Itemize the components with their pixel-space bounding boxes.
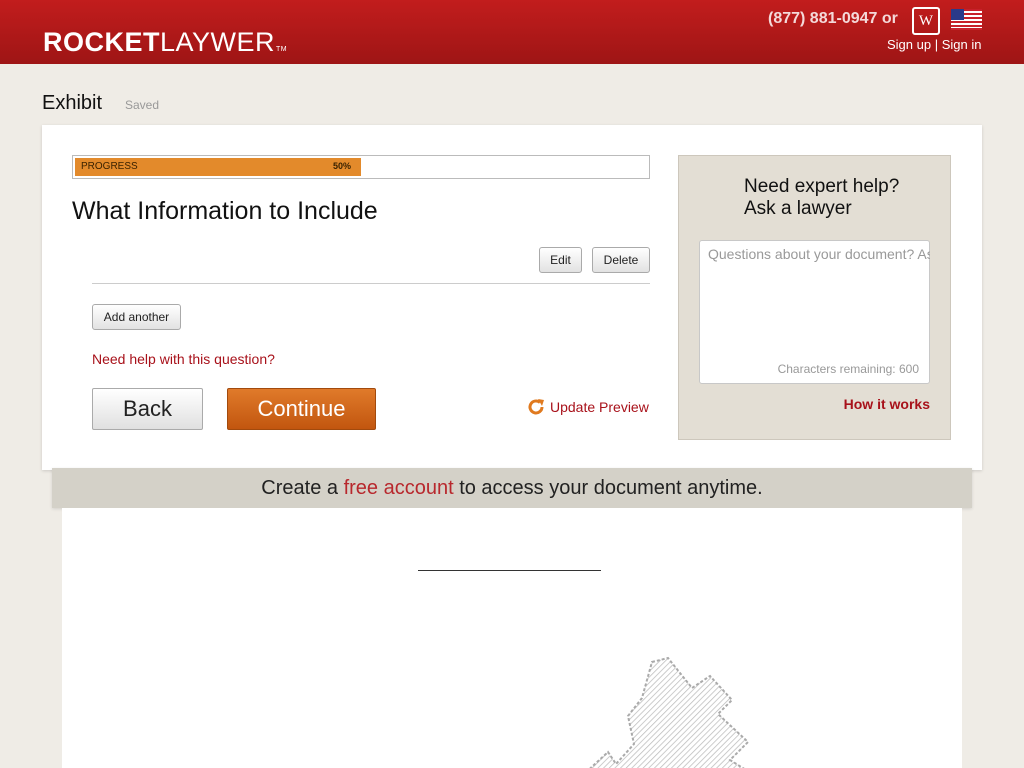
question-help-link[interactable]: Need help with this question? bbox=[92, 351, 275, 367]
save-status: Saved bbox=[125, 98, 160, 112]
document-preview bbox=[62, 508, 962, 768]
refresh-icon bbox=[528, 399, 544, 415]
ask-lawyer-placeholder: Questions about your document? Ask a law… bbox=[708, 246, 930, 262]
ask-lawyer-title: Need expert help? Ask a lawyer bbox=[744, 176, 899, 220]
sign-up-link[interactable]: Sign up bbox=[887, 37, 931, 52]
edit-button[interactable]: Edit bbox=[539, 247, 582, 273]
auth-separator: | bbox=[931, 37, 942, 52]
banner-suffix: to access your document anytime. bbox=[453, 477, 763, 499]
divider bbox=[92, 283, 650, 284]
continue-button[interactable]: Continue bbox=[227, 388, 376, 430]
us-flag-icon[interactable] bbox=[951, 9, 982, 30]
how-it-works-link[interactable]: How it works bbox=[844, 396, 930, 412]
banner-prefix: Create a bbox=[261, 477, 344, 499]
ask-lawyer-title-line1: Need expert help? bbox=[744, 176, 900, 197]
ask-lawyer-panel: Need expert help? Ask a lawyer Questions… bbox=[678, 155, 951, 440]
progress-label: PROGRESS bbox=[81, 161, 138, 172]
free-account-banner: Create a free account to access your doc… bbox=[52, 468, 972, 508]
question-title: What Information to Include bbox=[72, 197, 378, 225]
rocket-watermark-icon bbox=[589, 656, 750, 768]
lawyer-badge-icon[interactable]: W bbox=[912, 7, 940, 35]
ask-lawyer-title-line2: Ask a lawyer bbox=[744, 198, 852, 219]
logo-bold: ROCKET bbox=[43, 27, 160, 57]
logo-tm: TM bbox=[276, 46, 288, 53]
delete-button[interactable]: Delete bbox=[592, 247, 650, 273]
update-preview-label: Update Preview bbox=[550, 399, 649, 415]
progress-percent: 50% bbox=[332, 161, 351, 171]
characters-remaining: Characters remaining: 600 bbox=[777, 362, 919, 376]
logo-light: LAYWER bbox=[160, 27, 276, 57]
document-title: Exhibit bbox=[42, 92, 103, 114]
blank-signature-line bbox=[418, 570, 601, 571]
interview-card: PROGRESS 50% What Information to Include… bbox=[42, 125, 982, 470]
free-account-link[interactable]: free account bbox=[344, 477, 454, 499]
add-another-button[interactable]: Add another bbox=[92, 304, 181, 330]
site-header: ROCKETLAYWERTM (877) 881-0947 or W Sign … bbox=[0, 0, 1024, 64]
rocketlawyer-logo[interactable]: ROCKETLAYWERTM bbox=[43, 27, 287, 65]
auth-links: Sign up | Sign in bbox=[887, 37, 981, 52]
phone-number: (877) 881-0947 or bbox=[768, 10, 898, 27]
progress-fill: PROGRESS 50% bbox=[75, 158, 361, 176]
ask-lawyer-textarea[interactable]: Questions about your document? Ask a law… bbox=[699, 240, 930, 384]
sign-in-link[interactable]: Sign in bbox=[942, 37, 982, 52]
back-button[interactable]: Back bbox=[92, 388, 203, 430]
progress-bar: PROGRESS 50% bbox=[72, 155, 650, 179]
update-preview-link[interactable]: Update Preview bbox=[526, 397, 649, 417]
